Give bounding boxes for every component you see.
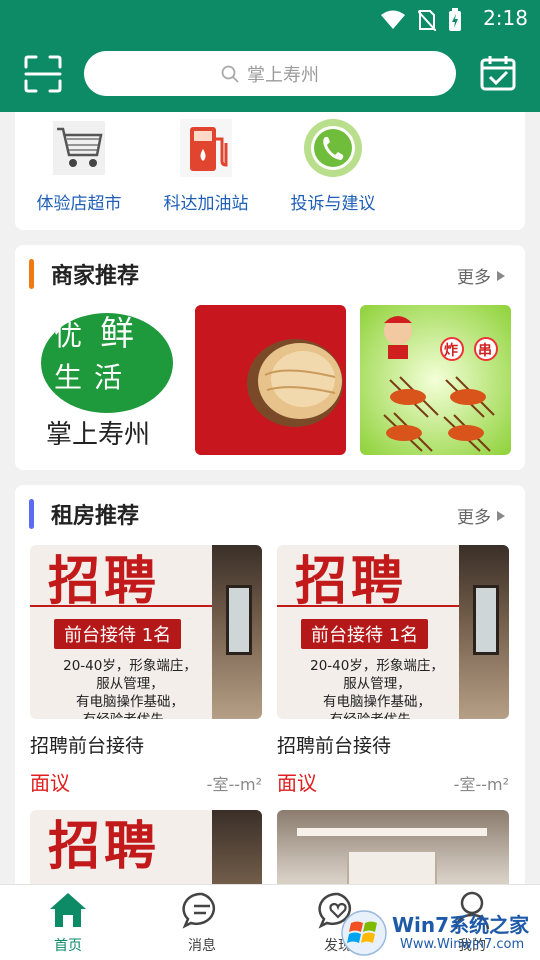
poster-headline: 招聘 [295, 551, 408, 612]
section-accent-bar [29, 499, 34, 529]
section-title: 商家推荐 [51, 264, 140, 289]
poster-text: 20-40岁，形象端庄， 服从管理， 有电脑操作基础， 有经验者优先， [287, 657, 467, 719]
search-bar[interactable]: 掌上寿州 [84, 51, 456, 96]
watermark-title: Win7系统之家 [392, 913, 530, 937]
quick-link-label: 科达加油站 [163, 194, 249, 214]
tab-label: 首页 [54, 938, 82, 954]
poster-headline: 招聘 [48, 816, 161, 877]
scan-icon[interactable] [24, 55, 62, 93]
rental-area: -室--m² [206, 775, 262, 794]
quick-link-supermarket[interactable]: 体验店超市 [19, 117, 139, 214]
wifi-icon [381, 10, 405, 29]
logo-char: 活 [94, 361, 122, 394]
merchants-more-link[interactable]: 更多 [457, 263, 505, 288]
status-time: 2:18 [483, 6, 528, 30]
calendar-check-icon[interactable] [480, 55, 516, 91]
tab-messages[interactable]: 消息 [152, 891, 252, 955]
skewer-char: 炸 [444, 342, 458, 359]
merchant-card-youxian[interactable]: 优 鲜 生 活 掌上寿州 [32, 305, 183, 455]
rentals-more-link[interactable]: 更多 [457, 503, 505, 528]
flatbread-image [195, 305, 346, 455]
poster-tag: 前台接待 1名 [301, 619, 429, 649]
quick-link-label: 投诉与建议 [290, 194, 376, 214]
rental-price: 面议 [30, 771, 70, 795]
more-label: 更多 [457, 268, 491, 288]
more-label: 更多 [457, 508, 491, 528]
gas-pump-icon [180, 119, 232, 177]
merchant-card-flatbread[interactable] [195, 305, 346, 455]
section-title: 租房推荐 [51, 504, 140, 529]
poster-line: 服从管理， [343, 676, 411, 692]
rentals-section: 租房推荐 更多 招聘 前台接待 1名 20-40岁，形象端庄， 服从管理， 有电… [15, 485, 525, 905]
poster-divider [30, 605, 215, 607]
rental-image: 招聘 前台接待 1名 20-40岁，形象端庄， 服从管理， 有电脑操作基础， 有… [277, 545, 509, 719]
poster-line: 有经验者优先， [40, 711, 220, 719]
poster-window [226, 585, 252, 655]
rental-title: 招聘前台接待 [277, 735, 392, 757]
rental-image: 招聘 前台接待 1名 20-40岁，形象端庄， 服从管理， 有电脑操作基础， 有… [30, 545, 262, 719]
merchants-section: 商家推荐 更多 优 鲜 生 活 掌上寿州 炸 串 [15, 245, 525, 470]
chevron-right-icon [497, 510, 505, 521]
tab-home[interactable]: 首页 [18, 891, 118, 955]
status-bar: 2:18 [0, 0, 540, 36]
shopping-cart-icon [53, 121, 105, 175]
no-sim-icon [418, 10, 436, 31]
recruit-poster: 招聘 前台接待 1名 20-40岁，形象端庄， 服从管理， 有电脑操作基础， 有… [277, 545, 509, 719]
poster-divider [277, 605, 462, 607]
ceiling-light [297, 828, 487, 836]
logo-caption: 掌上寿州 [46, 420, 150, 450]
search-icon [221, 65, 239, 83]
poster-line: 20-40岁，形象端庄， [310, 658, 444, 674]
rental-card[interactable]: 招聘 前台接待 1名 20-40岁，形象端庄， 服从管理， 有电脑操作基础， 有… [30, 545, 262, 795]
poster-headline: 招聘 [48, 551, 161, 612]
battery-icon [449, 8, 461, 31]
tab-label: 消息 [188, 938, 216, 954]
quick-link-label: 体验店超市 [36, 194, 122, 214]
skewer-char: 串 [478, 342, 492, 359]
section-accent-bar [29, 259, 34, 289]
search-placeholder: 掌上寿州 [247, 64, 319, 86]
recruit-poster: 招聘 前台接待 1名 20-40岁，形象端庄， 服从管理， 有电脑操作基础， 有… [30, 545, 262, 719]
skewers-image: 炸 串 [360, 305, 511, 455]
logo-char: 鲜 [100, 314, 134, 354]
rental-card[interactable]: 招聘 前台接待 1名 20-40岁，形象端庄， 服从管理， 有电脑操作基础， 有… [277, 545, 509, 795]
rental-title: 招聘前台接待 [30, 735, 145, 757]
logo-char: 优 [54, 319, 82, 352]
home-icon [50, 893, 86, 927]
poster-window [473, 585, 499, 655]
poster-line: 20-40岁，形象端庄， [63, 658, 197, 674]
poster-text: 20-40岁，形象端庄， 服从管理， 有电脑操作基础， 有经验者优先， [40, 657, 220, 719]
poster-line: 有电脑操作基础， [323, 694, 431, 710]
poster-line: 有电脑操作基础， [76, 694, 184, 710]
logo-char: 生 [54, 361, 82, 394]
quick-link-complaints[interactable]: 投诉与建议 [273, 117, 393, 214]
poster-line: 有经验者优先， [287, 711, 467, 719]
rental-price: 面议 [277, 771, 317, 795]
status-icons [380, 8, 462, 32]
site-watermark: Win7系统之家 Www.Winwin7.com [340, 905, 535, 960]
quick-link-gas-station[interactable]: 科达加油站 [146, 117, 266, 214]
poster-tag: 前台接待 1名 [54, 619, 182, 649]
youxian-logo: 优 鲜 生 活 掌上寿州 [32, 305, 183, 455]
merchant-card-skewers[interactable]: 炸 串 [360, 305, 511, 455]
rental-area: -室--m² [453, 775, 509, 794]
phone-icon [304, 119, 362, 177]
chat-bubble-icon [182, 892, 216, 929]
app-header: 2:18 掌上寿州 [0, 0, 540, 112]
quick-links-card: 体验店超市 科达加油站 投诉与建议 [15, 112, 525, 230]
watermark-url: Www.Winwin7.com [400, 937, 525, 952]
poster-line: 服从管理， [96, 676, 164, 692]
chevron-right-icon [497, 270, 505, 281]
windows-logo-icon [341, 910, 387, 956]
